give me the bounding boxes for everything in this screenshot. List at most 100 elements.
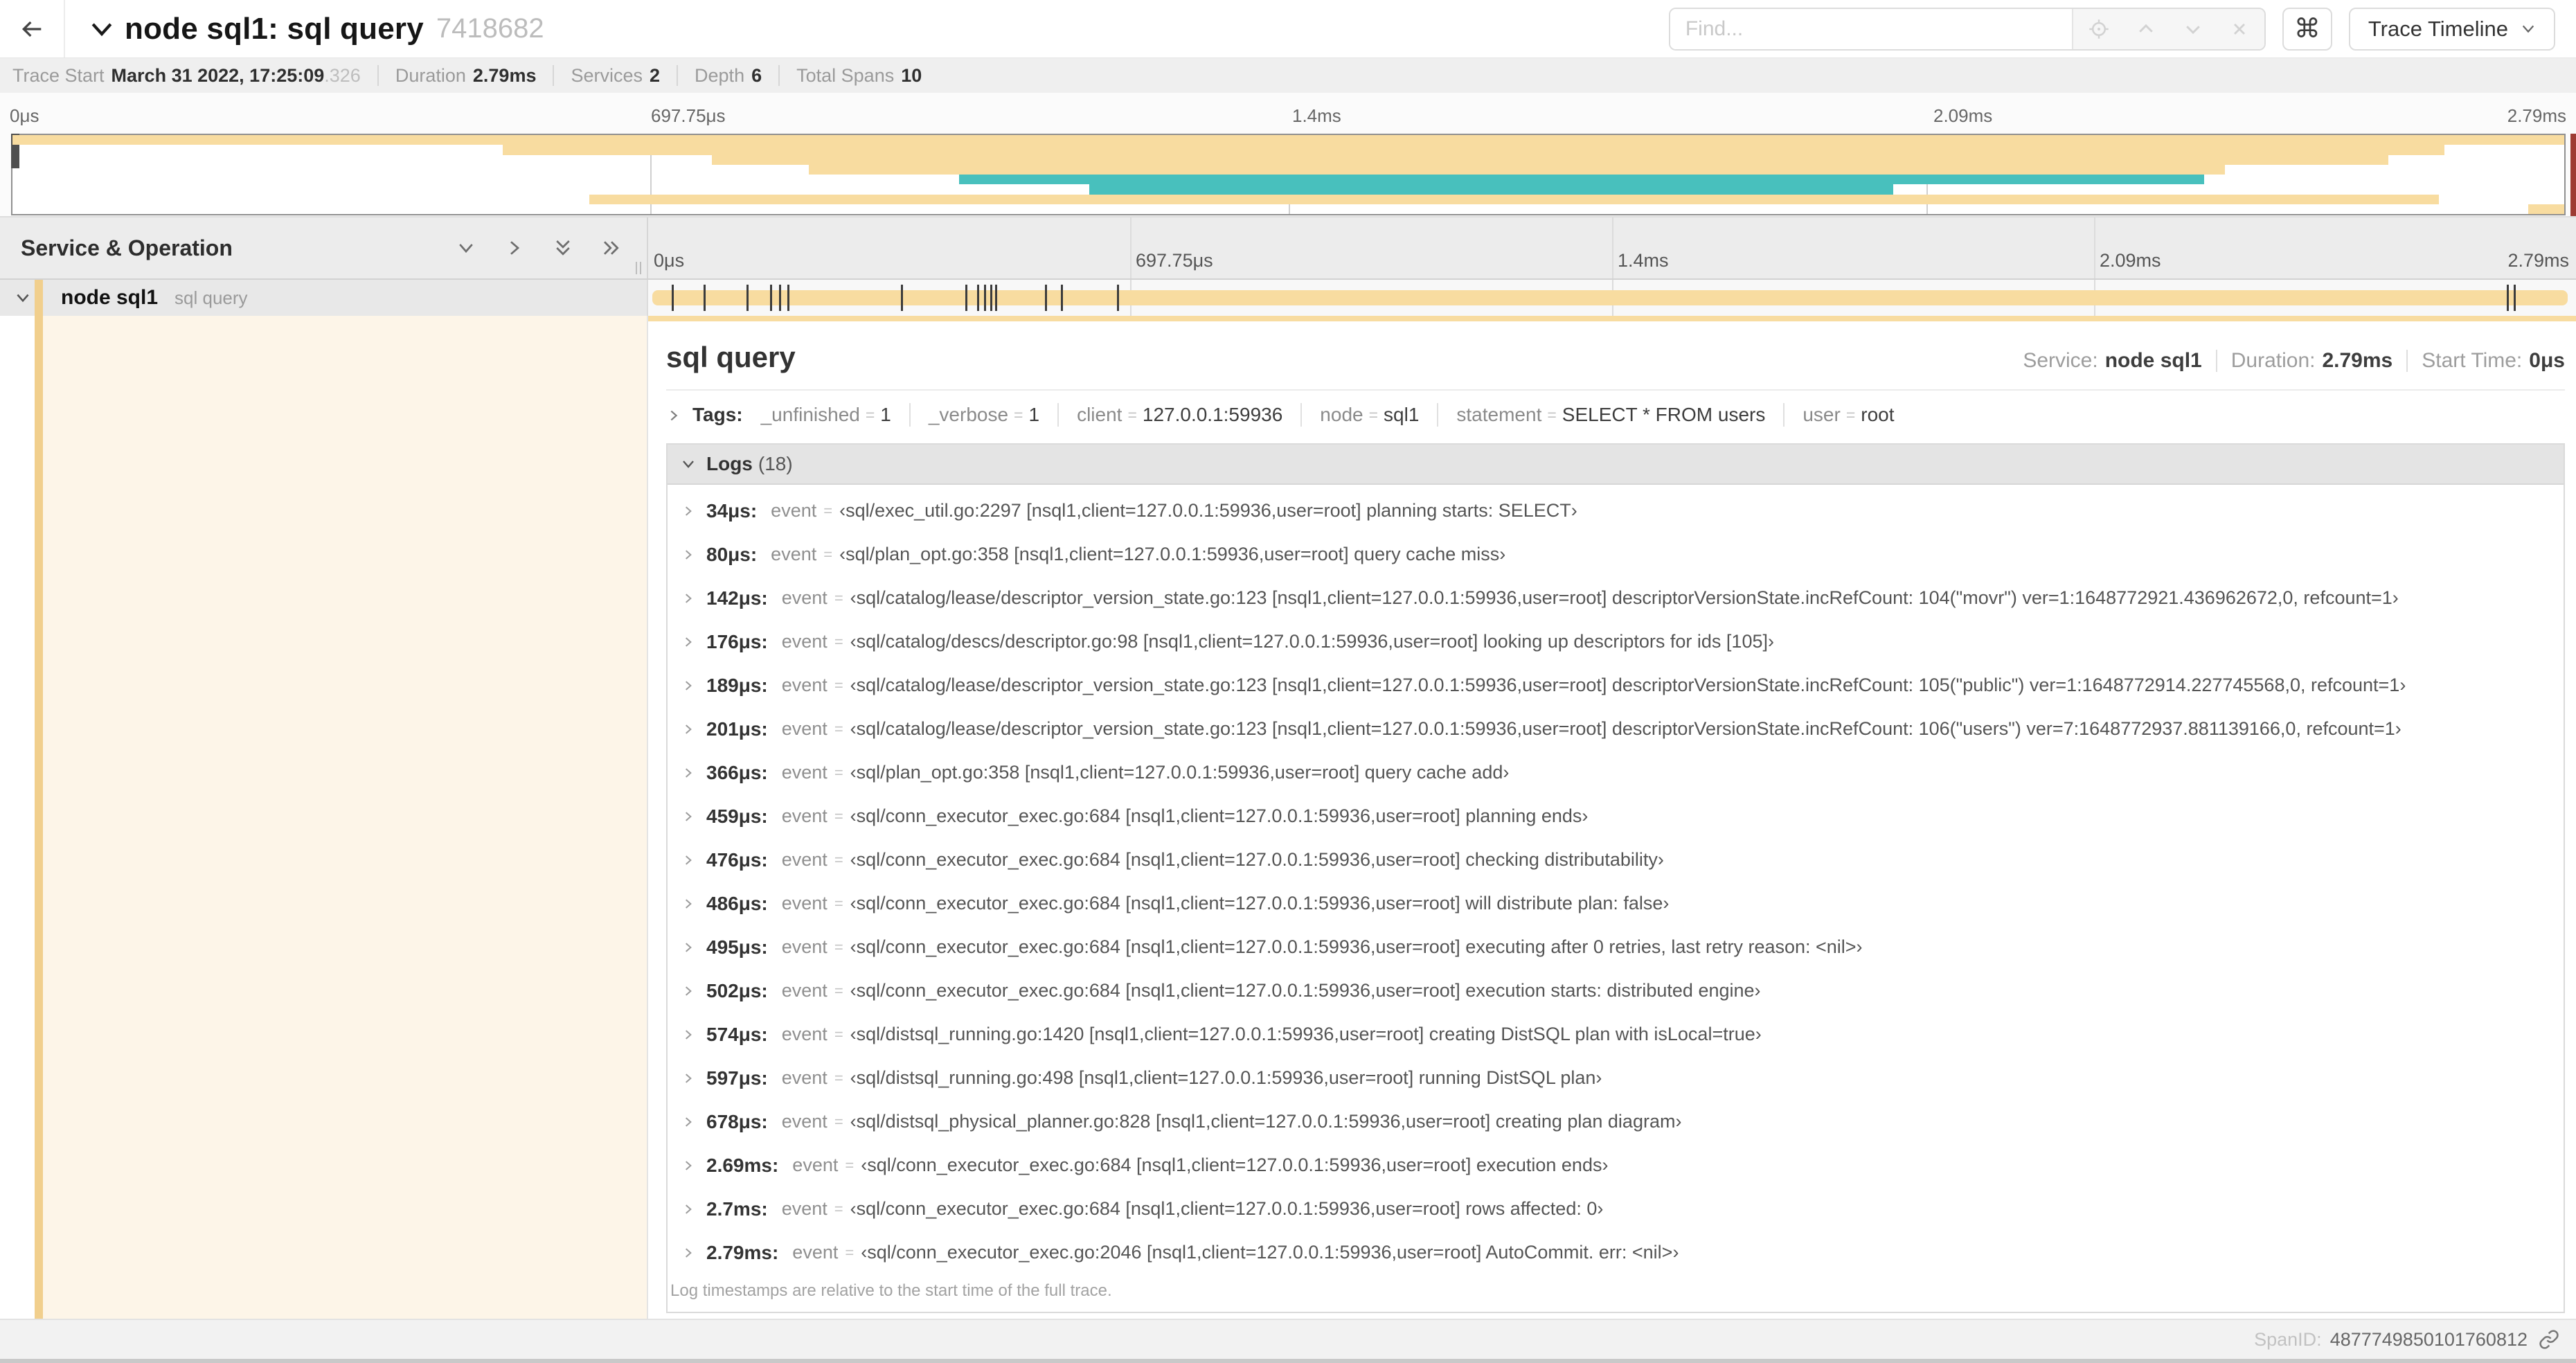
minimap-span-bar — [959, 175, 2205, 185]
tags-label: Tags: — [692, 404, 743, 425]
link-icon[interactable] — [2539, 1329, 2559, 1350]
divider — [2215, 350, 2217, 372]
tag-key: _verbose — [928, 404, 1009, 425]
log-row[interactable]: 80μs: event = ‹sql/plan_opt.go:358 [nsql1,c… — [681, 533, 2564, 576]
expand-one-icon[interactable] — [504, 238, 525, 258]
log-row[interactable]: 2.69ms: event = ‹sql/conn_executor_exec.go:… — [681, 1143, 2564, 1187]
detail-left-column — [0, 316, 648, 1319]
span-duration-bar[interactable] — [652, 290, 2568, 305]
log-row[interactable]: 34μs: event = ‹sql/exec_util.go:2297 [nsql1… — [681, 489, 2564, 533]
chevron-right-icon[interactable] — [681, 1115, 695, 1129]
chevron-right-icon[interactable] — [681, 1028, 695, 1042]
log-row[interactable]: 502μs: event = ‹sql/conn_executor_exec.go:6… — [681, 969, 2564, 1013]
chevron-right-icon[interactable] — [681, 984, 695, 998]
log-field-name: event — [781, 980, 828, 1001]
back-button[interactable] — [0, 0, 65, 57]
chevron-right-icon[interactable] — [681, 591, 695, 605]
span-row-name-cell[interactable]: node sql1 sql query — [0, 280, 648, 316]
log-row[interactable]: 2.7ms: event = ‹sql/conn_executor_exec.go:6… — [681, 1187, 2564, 1231]
chevron-down-icon[interactable] — [90, 21, 114, 37]
equals-sign: = — [834, 850, 843, 868]
log-row[interactable]: 176μs: event = ‹sql/catalog/descs/descripto… — [681, 620, 2564, 663]
log-event-value: ‹sql/conn_executor_exec.go:2046 [nsql1,c… — [861, 1242, 1679, 1263]
next-match-icon[interactable] — [2183, 19, 2203, 39]
span-detail-panel: sql query Service: node sql1 Duration: 2… — [648, 316, 2576, 1319]
chevron-right-icon[interactable] — [681, 766, 695, 780]
page-title: node sql1: sql query — [125, 11, 424, 46]
divider — [2406, 350, 2408, 372]
log-tick-mark — [994, 285, 997, 311]
log-row[interactable]: 459μs: event = ‹sql/conn_executor_exec.go:6… — [681, 794, 2564, 838]
chevron-right-icon[interactable] — [681, 1071, 695, 1085]
logs-list: 34μs: event = ‹sql/exec_util.go:2297 [nsql1… — [668, 485, 2564, 1274]
log-event-value: ‹sql/plan_opt.go:358 [nsql1,client=127.0… — [839, 544, 1506, 564]
locate-icon[interactable] — [2088, 19, 2109, 39]
chevron-right-icon[interactable] — [681, 504, 695, 518]
keyboard-shortcuts-button[interactable]: ⌘ — [2282, 7, 2332, 51]
log-event-value: ‹sql/catalog/lease/descriptor_version_st… — [850, 675, 2406, 695]
chevron-right-icon[interactable] — [681, 722, 695, 736]
collapse-controls — [456, 238, 622, 258]
log-row[interactable]: 678μs: event = ‹sql/distsql_physical_planne… — [681, 1100, 2564, 1143]
logs-header[interactable]: Logs (18) — [668, 445, 2564, 485]
span-detail-footer: SpanID: 4877749850101760812 — [0, 1319, 2576, 1359]
log-row[interactable]: 142μs: event = ‹sql/catalog/lease/descripto… — [681, 576, 2564, 620]
log-row[interactable]: 574μs: event = ‹sql/distsql_running.go:1420… — [681, 1013, 2564, 1056]
tag-value: SELECT * FROM users — [1562, 404, 1766, 425]
find-group — [1668, 7, 2266, 51]
clear-search-icon[interactable] — [2230, 19, 2249, 39]
chevron-down-icon — [680, 456, 697, 472]
chevron-right-icon[interactable] — [681, 853, 695, 867]
find-input[interactable] — [1670, 8, 2072, 49]
log-row[interactable]: 189μs: event = ‹sql/catalog/lease/descripto… — [681, 663, 2564, 707]
log-row[interactable]: 486μs: event = ‹sql/conn_executor_exec.go:6… — [681, 882, 2564, 925]
expand-all-icon[interactable] — [601, 238, 622, 258]
chevron-right-icon[interactable] — [681, 679, 695, 693]
log-field-name: event — [781, 587, 828, 608]
log-row[interactable]: 476μs: event = ‹sql/conn_executor_exec.go:6… — [681, 838, 2564, 882]
log-field-name: event — [792, 1155, 839, 1175]
trace-timeline-page: node sql1: sql query 7418682 Find... ⌘ T… — [0, 0, 2576, 1363]
chevron-down-icon[interactable] — [14, 289, 32, 307]
log-event-value: ‹sql/conn_executor_exec.go:684 [nsql1,cl… — [850, 805, 1589, 826]
log-row[interactable]: 597μs: event = ‹sql/distsql_running.go:498 … — [681, 1056, 2564, 1100]
tag-value: 1 — [1028, 404, 1040, 425]
tags-accordion[interactable]: Tags: _unfinished = 1 _verbose = 1 client = 127.… — [666, 403, 2565, 427]
chevron-right-icon[interactable] — [681, 810, 695, 823]
chevron-right-icon[interactable] — [681, 1202, 695, 1216]
equals-sign: = — [834, 981, 843, 999]
collapse-all-icon[interactable] — [553, 238, 573, 258]
log-row[interactable]: 201μs: event = ‹sql/catalog/lease/descripto… — [681, 707, 2564, 751]
chevron-right-icon[interactable] — [681, 548, 695, 562]
log-timestamp: 597μs: — [706, 1067, 768, 1089]
column-resizer-handle[interactable] — [636, 262, 641, 274]
log-row[interactable]: 366μs: event = ‹sql/plan_opt.go:358 [nsql1,… — [681, 751, 2564, 794]
trace-view-select[interactable]: Trace Timeline — [2348, 7, 2555, 51]
log-field-name: event — [781, 936, 828, 957]
timeline-tick-label: 2.79ms — [2507, 250, 2569, 271]
log-field-name: event — [781, 1111, 828, 1132]
spanid-value: 4877749850101760812 — [2329, 1328, 2528, 1350]
equals-sign: = — [834, 632, 843, 650]
collapse-one-icon[interactable] — [456, 238, 476, 258]
tag-key: node — [1320, 404, 1363, 425]
chevron-right-icon[interactable] — [681, 941, 695, 954]
log-field-name: event — [781, 1198, 828, 1219]
log-timestamp: 502μs: — [706, 979, 768, 1001]
chevron-right-icon[interactable] — [681, 897, 695, 911]
span-detail-title: sql query — [666, 341, 796, 373]
equals-sign: = — [834, 1069, 843, 1087]
divider — [1300, 403, 1303, 427]
chevron-right-icon[interactable] — [681, 635, 695, 649]
minimap-canvas[interactable] — [11, 134, 2566, 215]
chevron-right-icon[interactable] — [681, 1246, 695, 1260]
equals-sign: = — [834, 676, 843, 694]
log-event-value: ‹sql/catalog/descs/descriptor.go:98 [nsq… — [850, 631, 1774, 652]
chevron-right-icon[interactable] — [681, 1159, 695, 1173]
log-row[interactable]: 2.79ms: event = ‹sql/conn_executor_exec.go:… — [681, 1231, 2564, 1274]
log-timestamp: 2.79ms: — [706, 1241, 779, 1263]
log-field-name: event — [781, 675, 828, 695]
log-row[interactable]: 495μs: event = ‹sql/conn_executor_exec.go:6… — [681, 925, 2564, 969]
divider — [677, 65, 679, 86]
prev-match-icon[interactable] — [2136, 19, 2156, 39]
